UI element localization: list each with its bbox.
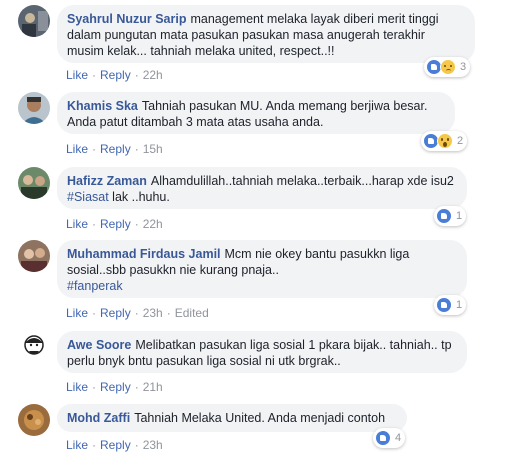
comment-bubble: Mohd Zaffi Tahniah Melaka United. Anda me… bbox=[57, 404, 407, 432]
avatar[interactable] bbox=[18, 240, 50, 272]
comment-author[interactable]: Khamis Ska bbox=[67, 99, 138, 113]
reply-link[interactable]: Reply bbox=[100, 380, 131, 394]
reaction-summary[interactable]: 1 bbox=[434, 295, 467, 315]
profile-photo bbox=[18, 92, 50, 124]
comment-author[interactable]: Muhammad Firdaus Jamil bbox=[67, 247, 221, 261]
reaction-count: 1 bbox=[456, 210, 463, 222]
like-icon bbox=[375, 430, 391, 446]
profile-photo bbox=[18, 5, 50, 37]
comment-author[interactable]: Mohd Zaffi bbox=[67, 411, 130, 425]
profile-photo bbox=[18, 331, 50, 363]
profile-photo bbox=[18, 167, 50, 199]
reply-link[interactable]: Reply bbox=[100, 142, 131, 156]
comment-time[interactable]: 22h bbox=[143, 217, 163, 231]
comment-bubble: Khamis Ska Tahniah pasukan MU. Anda meman… bbox=[57, 92, 455, 134]
like-icon bbox=[436, 208, 452, 224]
reaction-summary[interactable]: 4 bbox=[373, 428, 406, 448]
reply-link[interactable]: Reply bbox=[100, 68, 131, 82]
reaction-count: 2 bbox=[457, 135, 464, 147]
comment-actions: Like · Reply · 23h bbox=[66, 438, 163, 452]
profile-photo bbox=[18, 404, 50, 436]
comment-actions: Like · Reply · 15h bbox=[66, 142, 163, 156]
reaction-summary[interactable]: 1 bbox=[434, 206, 467, 226]
comment-bubble: Awe Soore Melibatkan pasukan liga sosial … bbox=[57, 331, 467, 373]
edited-label[interactable]: Edited bbox=[175, 306, 209, 320]
comment-author[interactable]: Hafizz Zaman bbox=[67, 174, 147, 188]
like-link[interactable]: Like bbox=[66, 217, 88, 231]
profile-photo bbox=[18, 240, 50, 272]
comment-actions: Like · Reply · 23h · Edited bbox=[66, 306, 209, 320]
comment-actions: Like · Reply · 22h bbox=[66, 217, 163, 231]
like-link[interactable]: Like bbox=[66, 68, 88, 82]
like-link[interactable]: Like bbox=[66, 438, 88, 452]
reply-link[interactable]: Reply bbox=[100, 306, 131, 320]
like-link[interactable]: Like bbox=[66, 306, 88, 320]
hashtag-link[interactable]: #fanperak bbox=[67, 279, 123, 293]
like-link[interactable]: Like bbox=[66, 380, 88, 394]
reaction-summary[interactable]: 2 bbox=[421, 131, 468, 151]
reaction-count: 4 bbox=[395, 432, 402, 444]
comment-bubble: Syahrul Nuzur Sarip management melaka lay… bbox=[57, 5, 475, 63]
avatar[interactable] bbox=[18, 331, 50, 363]
reply-link[interactable]: Reply bbox=[100, 217, 131, 231]
wow-icon bbox=[437, 133, 453, 149]
sad-icon bbox=[440, 59, 456, 75]
comment-time[interactable]: 21h bbox=[143, 380, 163, 394]
reaction-count: 1 bbox=[456, 299, 463, 311]
reaction-count: 3 bbox=[460, 61, 467, 73]
hashtag-link[interactable]: #Siasat bbox=[67, 190, 109, 204]
avatar[interactable] bbox=[18, 92, 50, 124]
comment-author[interactable]: Syahrul Nuzur Sarip bbox=[67, 12, 186, 26]
comment-actions: Like · Reply · 21h bbox=[66, 380, 163, 394]
comment-bubble: Hafizz Zaman Alhamdulillah..tahniah melak… bbox=[57, 167, 467, 209]
avatar[interactable] bbox=[18, 167, 50, 199]
avatar[interactable] bbox=[18, 5, 50, 37]
comment-time[interactable]: 23h bbox=[143, 306, 163, 320]
comment-text-start: Alhamdulillah..tahniah melaka..terbaik..… bbox=[150, 174, 454, 188]
like-link[interactable]: Like bbox=[66, 142, 88, 156]
comment-time[interactable]: 15h bbox=[143, 142, 163, 156]
avatar[interactable] bbox=[18, 404, 50, 436]
comment-text: Tahniah Melaka United. Anda menjadi cont… bbox=[134, 411, 386, 425]
comment-actions: Like · Reply · 22h bbox=[66, 68, 163, 82]
reaction-summary[interactable]: 3 bbox=[424, 57, 471, 77]
reply-link[interactable]: Reply bbox=[100, 438, 131, 452]
comment-bubble: Muhammad Firdaus Jamil Mcm nie okey bantu… bbox=[57, 240, 467, 298]
like-icon bbox=[436, 297, 452, 313]
comment-time[interactable]: 22h bbox=[143, 68, 163, 82]
comment-text-end: lak ..huhu. bbox=[108, 190, 170, 204]
comment-time[interactable]: 23h bbox=[143, 438, 163, 452]
comment-author[interactable]: Awe Soore bbox=[67, 338, 131, 352]
